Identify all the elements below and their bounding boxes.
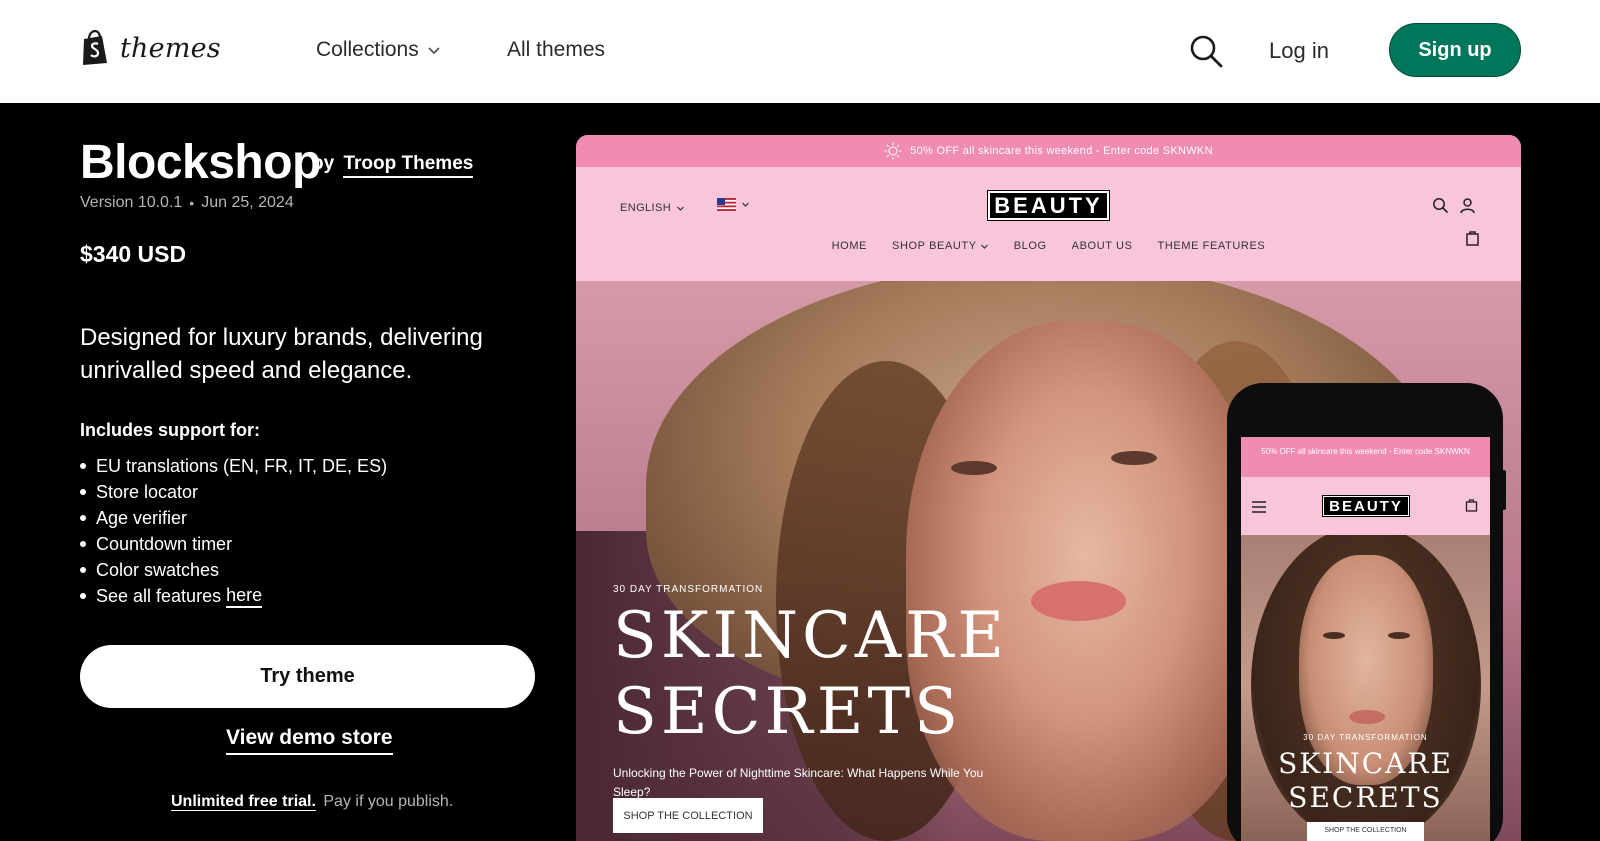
- see-all-prefix: See all features: [96, 586, 222, 606]
- mobile-hero-heading-line1: SKINCARE: [1278, 747, 1453, 780]
- mobile-hero-kicker: 30 DAY TRANSFORMATION: [1303, 733, 1428, 742]
- hero-eye-right: [1111, 451, 1157, 465]
- hero-heading-line1: SKINCARE: [613, 599, 1009, 673]
- feature-item: EU translations (EN, FR, IT, DE, ES): [80, 453, 387, 479]
- top-navigation: themes Collections All themes Log in Sig…: [0, 0, 1600, 103]
- store-nav-about-us[interactable]: ABOUT US: [1072, 240, 1133, 252]
- trial-note: Unlimited free trial. Pay if you publish…: [171, 793, 453, 811]
- login-link[interactable]: Log in: [1269, 38, 1329, 64]
- theme-price: $340 USD: [80, 241, 187, 267]
- hero-heading-line2: SECRETS: [613, 675, 962, 749]
- phone-side-button: [1502, 470, 1506, 510]
- store-nav-home[interactable]: HOME: [832, 240, 867, 252]
- us-flag-icon: [717, 198, 736, 211]
- view-demo-store-link[interactable]: View demo store: [226, 726, 393, 755]
- search-icon[interactable]: [1188, 33, 1224, 69]
- hero-kicker: 30 DAY TRANSFORMATION: [613, 584, 764, 595]
- mobile-hero-eye-right: [1388, 632, 1410, 639]
- theme-meta: Version 10.0.1 • Jun 25, 2024: [80, 194, 294, 212]
- store-logo[interactable]: BEAUTY: [987, 190, 1110, 221]
- mobile-hero-lips: [1349, 710, 1385, 724]
- mobile-store-header: BEAUTY: [1241, 477, 1490, 535]
- free-trial-link[interactable]: Unlimited free trial.: [171, 793, 316, 811]
- see-all-features-link[interactable]: here: [226, 584, 263, 608]
- support-heading: Includes support for:: [80, 420, 260, 440]
- store-nav-theme-features[interactable]: THEME FEATURES: [1158, 240, 1266, 252]
- chevron-down-icon: [428, 47, 440, 55]
- language-selector[interactable]: ENGLISH: [620, 202, 685, 214]
- nav-collections-label: Collections: [316, 38, 419, 61]
- chevron-down-icon: [677, 206, 685, 211]
- signup-button[interactable]: Sign up: [1389, 23, 1521, 77]
- store-nav-shop-beauty[interactable]: SHOP BEAUTY: [892, 240, 989, 252]
- trial-rest: Pay if you publish.: [323, 793, 454, 810]
- language-label: ENGLISH: [620, 202, 672, 214]
- chevron-down-icon: [980, 244, 988, 249]
- theme-title: Blockshop: [80, 136, 321, 189]
- try-theme-button[interactable]: Try theme: [80, 645, 535, 708]
- feature-item: Color swatches: [80, 557, 387, 583]
- mobile-store-logo[interactable]: BEAUTY: [1322, 495, 1410, 517]
- shopify-bag-icon: [83, 30, 107, 65]
- hero-lips: [1031, 581, 1126, 621]
- nav-all-themes[interactable]: All themes: [507, 38, 605, 62]
- store-nav-shop-beauty-label: SHOP BEAUTY: [892, 240, 977, 252]
- mobile-shop-collection-button[interactable]: SHOP THE COLLECTION: [1307, 822, 1424, 841]
- hero-subtitle: Unlocking the Power of Nighttime Skincar…: [613, 766, 984, 799]
- chevron-down-icon: [742, 202, 749, 207]
- sun-icon: [884, 142, 902, 160]
- mobile-announcement-bar: 50% OFF all skincare this weekend - Ente…: [1241, 437, 1490, 477]
- brand-word: themes: [120, 32, 221, 64]
- country-selector[interactable]: [717, 198, 750, 211]
- cart-bag-icon[interactable]: [1465, 498, 1478, 512]
- mobile-hero-eye-left: [1323, 632, 1345, 639]
- search-icon[interactable]: [1432, 197, 1449, 214]
- mobile-hero: 30 DAY TRANSFORMATION SKINCARE SECRETS S…: [1241, 535, 1490, 841]
- theme-version: Version 10.0.1: [80, 194, 183, 211]
- theme-date: Jun 25, 2024: [201, 194, 294, 211]
- account-icon[interactable]: [1459, 197, 1476, 214]
- shopify-themes-logo[interactable]: themes: [80, 30, 221, 66]
- feature-item: Store locator: [80, 479, 387, 505]
- hamburger-menu-icon[interactable]: [1251, 500, 1267, 514]
- preview-announcement-bar: 50% OFF all skincare this weekend - Ente…: [576, 135, 1521, 167]
- shop-collection-button[interactable]: SHOP THE COLLECTION: [613, 798, 763, 833]
- preview-store-nav: HOME SHOP BEAUTY BLOG ABOUT US THEME FEA…: [576, 240, 1521, 252]
- hero-eye-left: [951, 461, 997, 475]
- preview-store-header: ENGLISH BEAUTY HOME SHOP BEAUTY BLOG ABO…: [576, 167, 1521, 281]
- theme-author: by Troop Themes: [312, 153, 474, 178]
- mobile-hero-heading-line2: SECRETS: [1288, 781, 1443, 814]
- feature-item: Age verifier: [80, 505, 387, 531]
- store-nav-blog[interactable]: BLOG: [1014, 240, 1047, 252]
- theme-preview-mobile: 50% OFF all skincare this weekend - Ente…: [1241, 437, 1490, 841]
- feature-item: Countdown timer: [80, 531, 387, 557]
- developer-link[interactable]: Troop Themes: [343, 153, 474, 178]
- by-prefix: by: [312, 153, 335, 174]
- feature-item-see-all: See all features here: [80, 583, 387, 609]
- feature-list: EU translations (EN, FR, IT, DE, ES) Sto…: [80, 453, 387, 609]
- nav-collections[interactable]: Collections: [316, 38, 441, 62]
- announcement-text: 50% OFF all skincare this weekend - Ente…: [910, 145, 1213, 157]
- theme-tagline: Designed for luxury brands, delivering u…: [80, 324, 483, 384]
- meta-separator: •: [189, 195, 195, 211]
